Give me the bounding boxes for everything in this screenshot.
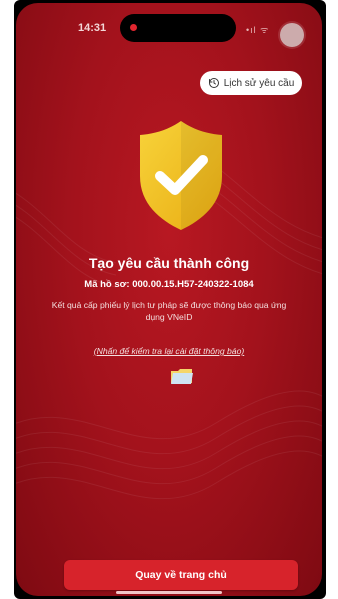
success-title: Tạo yêu cầu thành công [88, 255, 250, 271]
check-notification-settings-link[interactable]: (Nhấn để kiểm tra lại cài đặt thông báo) [16, 346, 322, 356]
assistive-touch-button[interactable] [280, 23, 304, 47]
folder-icon [171, 369, 193, 384]
dynamic-island [120, 14, 236, 42]
history-icon [208, 78, 219, 88]
status-time: 14:31 [78, 22, 107, 34]
home-indicator [116, 591, 222, 594]
request-history-label: Lịch sử yêu cầu [223, 77, 295, 89]
record-number: Mã hồ sơ: 000.00.15.H57-240322-1084 [84, 279, 254, 290]
signal-wifi-icons: •ıl ᯤ [246, 25, 270, 35]
recording-dot-icon [130, 24, 137, 31]
app-screen: 14:31 •ıl ᯤ Lịch sử yêu cầu Tạo yêu cầu … [16, 3, 322, 596]
request-history-button[interactable]: Lịch sử yêu cầu [200, 71, 302, 95]
shield-check-icon [140, 121, 222, 230]
notification-note: Kết quả cấp phiếu lý lịch tư pháp sẽ đượ… [51, 300, 287, 322]
back-to-home-button[interactable]: Quay về trang chủ [64, 560, 298, 590]
